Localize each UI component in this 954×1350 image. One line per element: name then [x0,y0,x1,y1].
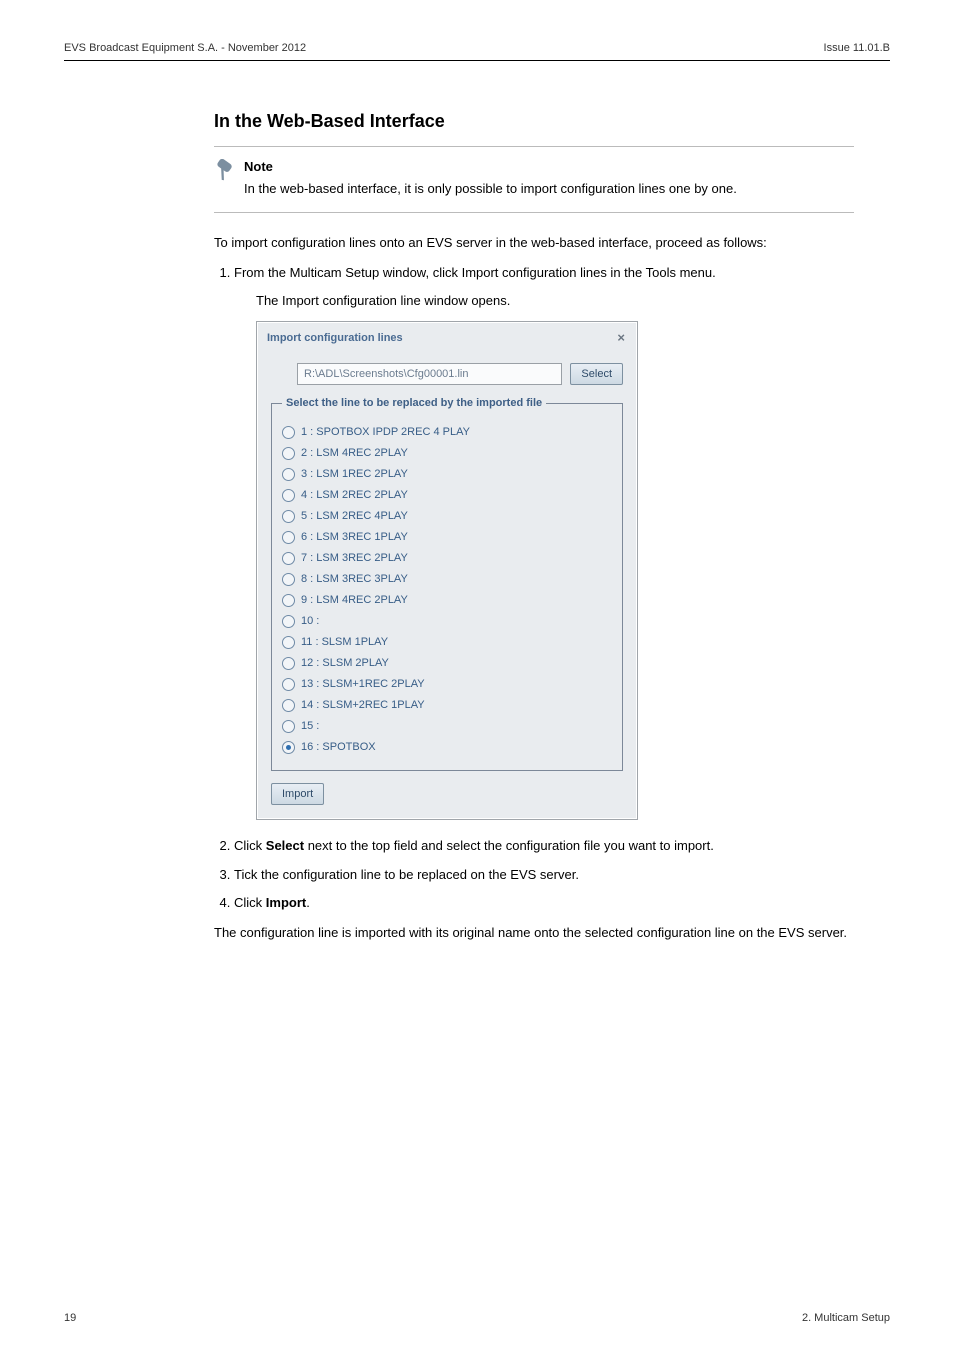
config-line-option[interactable]: 14 : SLSM+2REC 1PLAY [282,697,612,714]
footer-section: 2. Multicam Setup [802,1312,890,1324]
config-line-option[interactable]: 7 : LSM 3REC 2PLAY [282,550,612,567]
radio-icon[interactable] [282,678,295,691]
fieldset-legend: Select the line to be replaced by the im… [282,395,546,412]
dialog-body: R:\ADL\Screenshots\Cfg00001.lin Select S… [257,355,637,820]
radio-icon[interactable] [282,657,295,670]
radio-icon[interactable] [282,447,295,460]
import-dialog: Import configuration lines × R:\ADL\Scre… [256,321,638,820]
config-line-label: 5 : LSM 2REC 4PLAY [301,508,408,525]
config-line-label: 1 : SPOTBOX IPDP 2REC 4 PLAY [301,424,470,441]
config-line-option[interactable]: 16 : SPOTBOX [282,739,612,756]
radio-icon[interactable] [282,489,295,502]
step-2: Click Select next to the top field and s… [234,836,854,856]
config-line-label: 8 : LSM 3REC 3PLAY [301,571,408,588]
config-line-option[interactable]: 8 : LSM 3REC 3PLAY [282,571,612,588]
step-1-text: From the Multicam Setup window, click Im… [234,265,716,280]
radio-icon[interactable] [282,531,295,544]
config-line-label: 14 : SLSM+2REC 1PLAY [301,697,425,714]
config-line-label: 12 : SLSM 2PLAY [301,655,389,672]
radio-icon[interactable] [282,426,295,439]
radio-group: 1 : SPOTBOX IPDP 2REC 4 PLAY 2 : LSM 4REC… [282,424,612,757]
steps-list: From the Multicam Setup window, click Im… [214,263,854,913]
config-line-option[interactable]: 6 : LSM 3REC 1PLAY [282,529,612,546]
path-input[interactable]: R:\ADL\Screenshots\Cfg00001.lin [297,363,562,385]
radio-icon[interactable] [282,615,295,628]
step-4-bold: Import [266,895,306,910]
step-2-bold: Select [266,838,304,853]
config-line-label: 15 : [301,718,319,735]
radio-icon[interactable] [282,594,295,607]
header-right: Issue 11.01.B [824,42,890,54]
step-1-result: The Import configuration line window ope… [256,291,854,311]
step-2-post: next to the top field and select the con… [304,838,714,853]
line-select-fieldset: Select the line to be replaced by the im… [271,395,623,772]
note-body: In the web-based interface, it is only p… [244,181,737,196]
config-line-option[interactable]: 2 : LSM 4REC 2PLAY [282,445,612,462]
dialog-titlebar: Import configuration lines × [257,322,637,354]
config-line-label: 3 : LSM 1REC 2PLAY [301,466,408,483]
config-line-label: 7 : LSM 3REC 2PLAY [301,550,408,567]
radio-icon[interactable] [282,699,295,712]
config-line-label: 6 : LSM 3REC 1PLAY [301,529,408,546]
config-line-option[interactable]: 3 : LSM 1REC 2PLAY [282,466,612,483]
config-line-option[interactable]: 5 : LSM 2REC 4PLAY [282,508,612,525]
radio-icon[interactable] [282,741,295,754]
import-row: Import [271,783,623,805]
config-line-label: 4 : LSM 2REC 2PLAY [301,487,408,504]
step-4-post: . [306,895,310,910]
radio-icon[interactable] [282,468,295,481]
config-line-label: 2 : LSM 4REC 2PLAY [301,445,408,462]
config-line-option[interactable]: 11 : SLSM 1PLAY [282,634,612,651]
import-button[interactable]: Import [271,783,324,805]
config-line-label: 9 : LSM 4REC 2PLAY [301,592,408,609]
page-footer: 19 2. Multicam Setup [64,1312,890,1324]
content: In the Web-Based Interface Note In the w… [214,111,854,943]
config-line-label: 16 : SPOTBOX [301,739,376,756]
path-row: R:\ADL\Screenshots\Cfg00001.lin Select [297,363,623,385]
outro-paragraph: The configuration line is imported with … [214,923,854,943]
config-line-option[interactable]: 4 : LSM 2REC 2PLAY [282,487,612,504]
footer-page-number: 19 [64,1312,76,1324]
step-4-pre: Click [234,895,266,910]
config-line-label: 13 : SLSM+1REC 2PLAY [301,676,425,693]
header-left: EVS Broadcast Equipment S.A. - November … [64,42,306,54]
config-line-option[interactable]: 15 : [282,718,612,735]
config-line-option[interactable]: 1 : SPOTBOX IPDP 2REC 4 PLAY [282,424,612,441]
intro-paragraph: To import configuration lines onto an EV… [214,233,854,253]
radio-icon[interactable] [282,552,295,565]
step-3: Tick the configuration line to be replac… [234,865,854,885]
dialog-title: Import configuration lines [267,330,403,347]
note-box: Note In the web-based interface, it is o… [214,146,854,213]
radio-icon[interactable] [282,510,295,523]
note-title: Note [244,157,737,177]
pushpin-icon [214,159,236,186]
config-line-option[interactable]: 13 : SLSM+1REC 2PLAY [282,676,612,693]
note-text: Note In the web-based interface, it is o… [244,157,737,198]
radio-icon[interactable] [282,636,295,649]
radio-icon[interactable] [282,573,295,586]
select-button[interactable]: Select [570,363,623,385]
config-line-option[interactable]: 9 : LSM 4REC 2PLAY [282,592,612,609]
config-line-label: 10 : [301,613,319,630]
radio-icon[interactable] [282,720,295,733]
step-2-pre: Click [234,838,266,853]
page: EVS Broadcast Equipment S.A. - November … [0,0,954,1350]
section-heading: In the Web-Based Interface [214,111,854,132]
step-1: From the Multicam Setup window, click Im… [234,263,854,820]
step-4: Click Import. [234,893,854,913]
config-line-option[interactable]: 12 : SLSM 2PLAY [282,655,612,672]
close-icon[interactable]: × [613,328,629,348]
page-header: EVS Broadcast Equipment S.A. - November … [64,42,890,61]
config-line-label: 11 : SLSM 1PLAY [301,634,388,651]
config-line-option[interactable]: 10 : [282,613,612,630]
